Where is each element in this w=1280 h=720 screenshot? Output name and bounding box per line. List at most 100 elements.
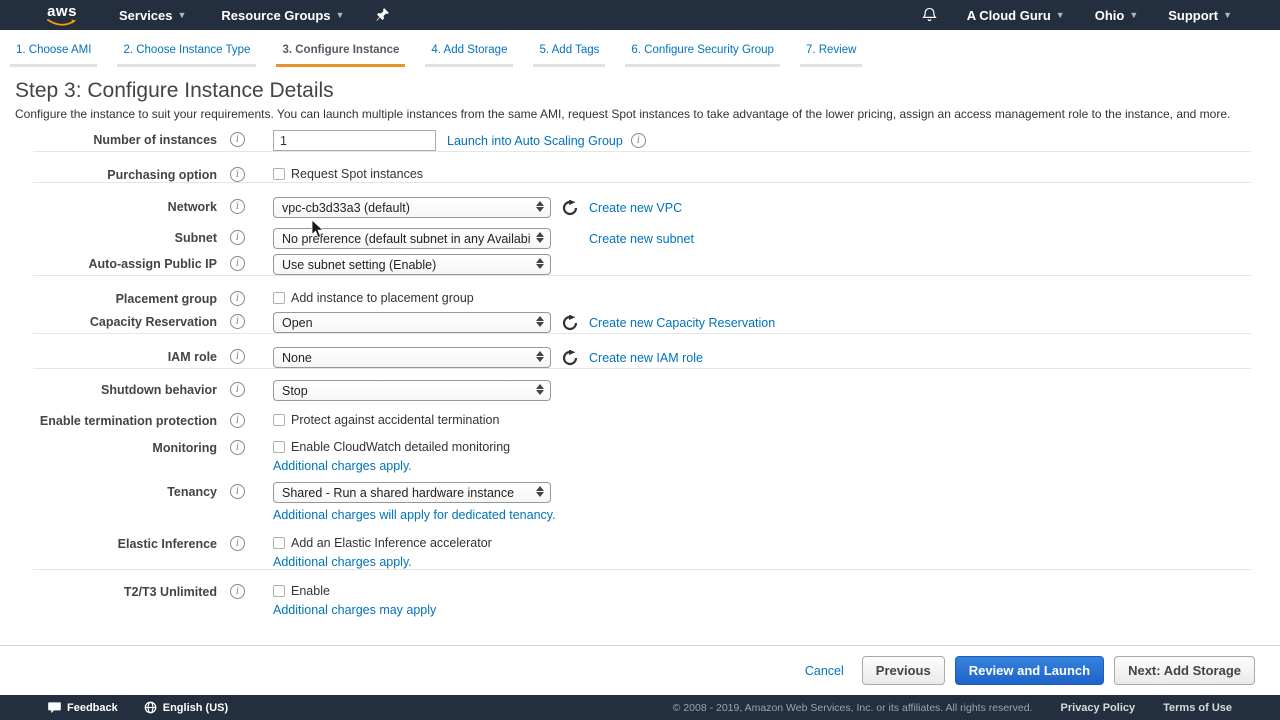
create-new-vpc-link[interactable]: Create new VPC [589,201,682,215]
tab-add-storage[interactable]: 4. Add Storage [425,44,514,67]
auto-assign-public-ip-select[interactable]: Use subnet setting (Enable) [273,254,551,275]
terms-of-use-link[interactable]: Terms of Use [1163,702,1232,714]
tab-choose-instance-type[interactable]: 2. Choose Instance Type [117,44,257,67]
field-label: Placement group [115,292,217,306]
info-icon[interactable]: i [230,484,245,499]
field-label: Enable termination protection [39,414,217,428]
t2t3-charges-link[interactable]: Additional charges may apply [273,603,436,617]
services-menu-label: Services [119,7,173,23]
number-of-instances-row: Number of instances i Launch into Auto S… [15,130,1280,151]
next-add-storage-button[interactable]: Next: Add Storage [1114,656,1255,685]
notifications-bell-icon[interactable] [922,7,937,23]
info-icon[interactable]: i [230,199,245,214]
create-new-subnet-link[interactable]: Create new subnet [589,232,694,246]
select-stepper-icon [536,486,544,497]
refresh-icon[interactable] [562,314,578,331]
chevron-down-icon: ▼ [1055,10,1065,20]
language-selector[interactable]: English (US) [144,701,228,714]
refresh-icon[interactable] [562,349,578,366]
field-label: IAM role [167,350,217,364]
tab-review[interactable]: 7. Review [799,44,863,67]
purchasing-option-row: Purchasing option i Request Spot instanc… [15,165,1280,182]
region-menu[interactable]: Ohio ▼ [1095,8,1139,23]
select-stepper-icon [536,201,544,212]
privacy-policy-link[interactable]: Privacy Policy [1061,702,1136,714]
monitoring-charges-link[interactable]: Additional charges apply. [273,459,510,473]
select-value: Stop [282,383,308,398]
info-icon[interactable]: i [230,536,245,551]
select-value: Shared - Run a shared hardware instance [282,485,515,500]
select-stepper-icon [536,384,544,395]
field-label: Auto-assign Public IP [88,257,218,271]
select-value: Open [282,315,313,330]
monitoring-checkbox[interactable] [273,441,285,453]
iam-role-select[interactable]: None [273,347,551,368]
tab-add-tags[interactable]: 5. Add Tags [533,44,606,67]
elastic-inference-row: Elastic Inference i Add an Elastic Infer… [15,534,1280,569]
request-spot-instances-checkbox[interactable] [273,168,285,180]
info-icon[interactable]: i [230,132,245,147]
chevron-down-icon: ▼ [1129,10,1139,20]
section-divider [33,182,1251,183]
field-label: Shutdown behavior [101,383,217,397]
configure-instance-form: Number of instances i Launch into Auto S… [0,130,1280,617]
termination-protection-row: Enable termination protection i Protect … [15,411,1280,428]
shutdown-behavior-select[interactable]: Stop [273,380,551,401]
iam-role-row: IAM role i None Create new IAM role [15,347,1280,368]
select-value: Use subnet setting (Enable) [282,257,437,272]
account-menu-label: A Cloud Guru [966,7,1051,23]
select-stepper-icon [536,258,544,269]
tab-choose-ami[interactable]: 1. Choose AMI [10,44,98,67]
create-new-iam-role-link[interactable]: Create new IAM role [589,351,703,365]
tenancy-charges-link[interactable]: Additional charges will apply for dedica… [273,508,556,522]
services-menu[interactable]: Services ▼ [119,8,186,23]
t2t3-enable-checkbox[interactable] [273,585,285,597]
field-label: Elastic Inference [117,537,217,551]
info-icon[interactable]: i [630,133,646,148]
tab-configure-instance[interactable]: 3. Configure Instance [276,44,406,67]
info-icon[interactable]: i [230,256,245,271]
wizard-step-tabs: 1. Choose AMI 2. Choose Instance Type 3.… [0,30,1280,67]
pin-icon[interactable] [376,8,390,22]
info-icon[interactable]: i [230,291,245,306]
info-icon[interactable]: i [230,584,245,599]
tenancy-select[interactable]: Shared - Run a shared hardware instance [273,482,551,503]
info-icon[interactable]: i [230,413,245,428]
elastic-inference-checkbox[interactable] [273,537,285,549]
section-divider [33,333,1251,334]
field-label: Tenancy [167,485,217,499]
info-icon[interactable]: i [230,440,245,455]
info-icon[interactable]: i [230,314,245,329]
review-and-launch-button[interactable]: Review and Launch [954,656,1105,685]
termination-protection-checkbox[interactable] [273,414,285,426]
tab-configure-security-group[interactable]: 6. Configure Security Group [625,44,780,67]
placement-group-row: Placement group i Add instance to placem… [15,289,1280,306]
refresh-icon[interactable] [562,199,578,216]
subnet-select[interactable]: No preference (default subnet in any Ava… [273,228,551,249]
info-icon[interactable]: i [230,167,245,182]
previous-button[interactable]: Previous [861,656,945,685]
checkbox-label: Enable CloudWatch detailed monitoring [291,440,511,454]
capacity-reservation-select[interactable]: Open [273,312,551,333]
launch-auto-scaling-link[interactable]: Launch into Auto Scaling Group [447,134,623,148]
section-divider [33,275,1251,276]
select-stepper-icon [536,232,544,243]
section-divider [33,569,1251,570]
feedback-button[interactable]: Feedback [48,701,118,714]
placement-group-checkbox[interactable] [273,292,285,304]
resource-groups-menu[interactable]: Resource Groups ▼ [221,8,344,23]
elastic-inference-charges-link[interactable]: Additional charges apply. [273,555,492,569]
support-menu[interactable]: Support ▼ [1168,8,1232,23]
monitoring-row: Monitoring i Enable CloudWatch detailed … [15,438,1280,473]
info-icon[interactable]: i [230,382,245,397]
checkbox-label: Add instance to placement group [291,291,474,305]
info-icon[interactable]: i [230,230,245,245]
region-menu-label: Ohio [1094,7,1125,23]
cancel-button[interactable]: Cancel [805,664,844,678]
aws-logo[interactable]: aws [47,4,77,27]
create-new-capacity-reservation-link[interactable]: Create new Capacity Reservation [589,316,775,330]
account-menu[interactable]: A Cloud Guru ▼ [967,8,1065,23]
number-of-instances-input[interactable] [273,130,436,151]
info-icon[interactable]: i [230,349,245,364]
network-select[interactable]: vpc-cb3d33a3 (default) [273,197,551,218]
